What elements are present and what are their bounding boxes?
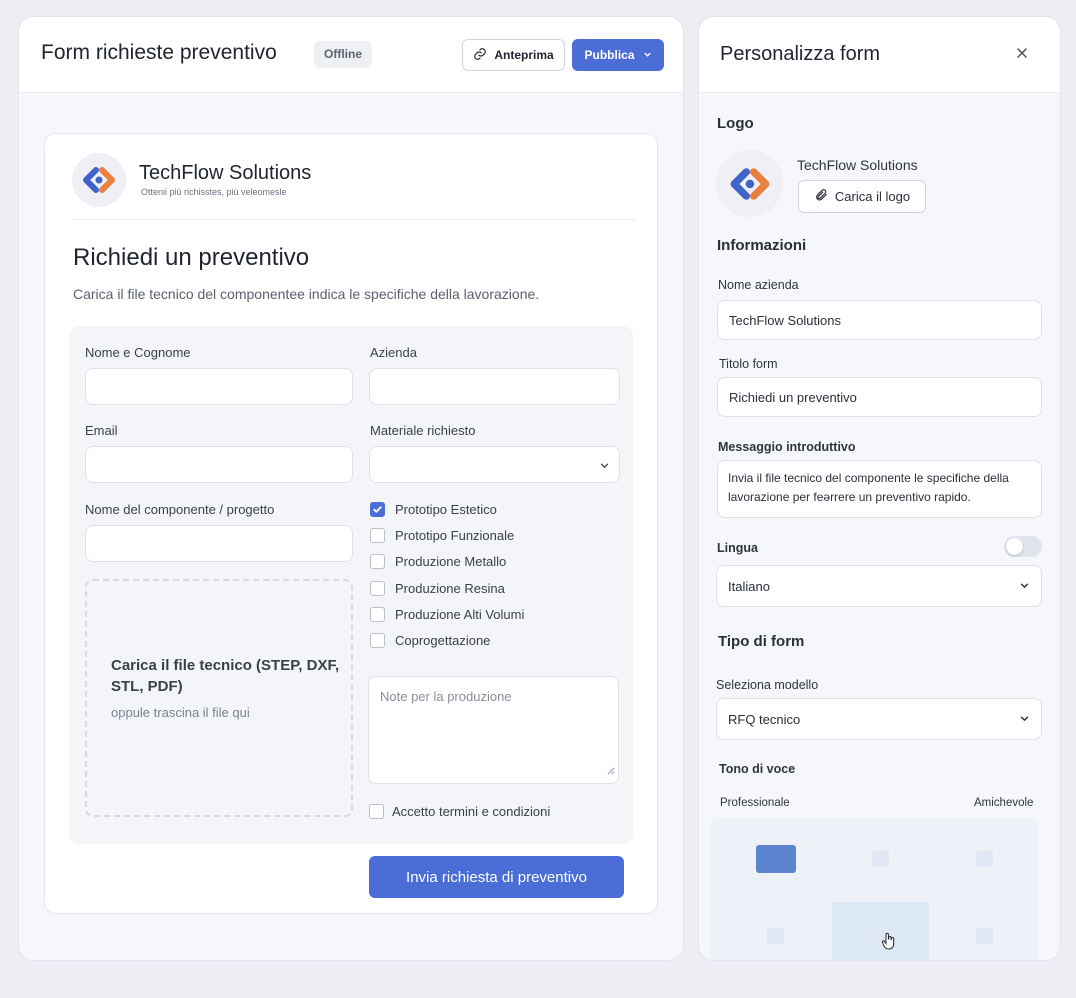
paperclip-icon: [814, 188, 828, 205]
notes-placeholder: Note per la produzione: [380, 689, 512, 704]
form-title-input[interactable]: Richiedi un preventivo: [717, 377, 1042, 417]
upload-title: Carica il file tecnico (STEP, DXF, STL, …: [111, 657, 340, 695]
toggle-knob: [1006, 538, 1023, 555]
language-label: Lingua: [717, 541, 758, 555]
customize-title: Personalizza form: [720, 43, 881, 65]
tone-cell-selected[interactable]: [756, 845, 796, 873]
material-label: Materiale richiesto: [370, 423, 476, 438]
checkbox[interactable]: [370, 633, 385, 648]
form-fields: Nome e Cognome Azienda Email Materiale r…: [69, 326, 633, 844]
tone-section-title: Tono di voce: [719, 762, 796, 776]
option-label: Prototipo Estetico: [395, 502, 497, 517]
customize-body: Logo TechFlow Solutions Carica il logo I…: [699, 93, 1060, 960]
tone-right-label: Amichevole: [974, 797, 1034, 809]
company-name-input[interactable]: TechFlow Solutions: [717, 300, 1042, 340]
upload-logo-label: Carica il logo: [834, 189, 911, 204]
checkbox[interactable]: [370, 581, 385, 596]
template-label: Seleziona modello: [716, 678, 819, 692]
publish-button[interactable]: Pubblica: [572, 39, 664, 71]
form-preview-area: TechFlow Solutions Ottenii più richisste…: [19, 93, 683, 960]
hand-cursor-icon: [882, 932, 896, 955]
preview-label: Anteprima: [494, 48, 554, 62]
checkbox[interactable]: [370, 554, 385, 569]
chevron-down-icon: [1019, 712, 1030, 727]
info-section-title: Informazioni: [717, 237, 807, 254]
option-label: Coprogettazione: [395, 633, 491, 648]
chevron-down-icon: [643, 48, 652, 62]
header-divider: [72, 219, 635, 220]
language-select[interactable]: Italiano: [716, 565, 1042, 607]
form-type-section-title: Tipo di form: [718, 633, 805, 650]
option-coprogettazione[interactable]: Coprogettazione: [370, 633, 490, 648]
language-value: Italiano: [728, 578, 770, 594]
logo-section-title: Logo: [717, 115, 754, 132]
checkbox[interactable]: [370, 607, 385, 622]
submit-quote-button[interactable]: Invia richiesta di preventivo: [369, 856, 624, 898]
upload-hint: oppule trascina il file qui: [111, 705, 250, 720]
production-notes-textarea[interactable]: Note per la produzione: [368, 676, 619, 784]
form-heading: Richiedi un preventivo: [73, 244, 310, 271]
checkbox[interactable]: [370, 528, 385, 543]
option-produzione-resina[interactable]: Produzione Resina: [370, 581, 505, 596]
option-label: Produzione Resina: [395, 581, 505, 596]
company-name: TechFlow Solutions: [139, 162, 312, 184]
option-prototipo-estetico[interactable]: Prototipo Estetico: [370, 502, 497, 517]
form-editor-panel: Form richieste preventivo Offline Antepr…: [18, 16, 684, 961]
tone-selector-grid[interactable]: [709, 818, 1039, 960]
option-label: Produzione Alti Volumi: [395, 607, 525, 622]
chevron-down-icon: [599, 458, 610, 476]
link-icon: [473, 47, 487, 64]
project-input[interactable]: [85, 525, 353, 562]
terms-label: Accetto termini e condizioni: [392, 804, 551, 819]
tone-cell[interactable]: [976, 851, 993, 867]
resize-handle-icon[interactable]: [606, 762, 615, 780]
option-label: Prototipo Funzionale: [395, 528, 515, 543]
tone-cell[interactable]: [976, 928, 993, 944]
intro-message-textarea[interactable]: Invia il file tecnico del componente le …: [717, 460, 1042, 518]
option-prototipo-funzionale[interactable]: Prototipo Funzionale: [370, 528, 514, 543]
editor-header: Form richieste preventivo Offline Antepr…: [19, 17, 683, 93]
close-icon[interactable]: [1016, 46, 1028, 64]
name-label: Nome e Cognome: [85, 345, 191, 360]
option-produzione-metallo[interactable]: Produzione Metallo: [370, 554, 506, 569]
form-title-label: Titolo form: [719, 357, 778, 371]
preview-button[interactable]: Anteprima: [462, 39, 565, 71]
tone-cell[interactable]: [767, 928, 784, 944]
file-upload-dropzone[interactable]: Carica il file tecnico (STEP, DXF, STL, …: [85, 579, 353, 817]
tone-cell[interactable]: [872, 851, 889, 867]
template-value: RFQ tecnico: [728, 711, 801, 727]
material-select[interactable]: [369, 446, 620, 483]
logo-company-name: TechFlow Solutions: [797, 157, 918, 173]
form-intro: Carica il file tecnico del componentee i…: [73, 286, 540, 302]
company-logo: [72, 153, 126, 207]
company-input[interactable]: [369, 368, 620, 405]
email-input[interactable]: [85, 446, 353, 483]
intro-message-label: Messaggio introduttivo: [718, 440, 856, 454]
company-label: Azienda: [370, 345, 417, 360]
customize-header: Personalizza form: [699, 17, 1060, 93]
template-select[interactable]: RFQ tecnico: [716, 698, 1042, 740]
customize-panel: Personalizza form Logo TechFlow Solution…: [698, 16, 1061, 961]
option-produzione-alti-volumi[interactable]: Produzione Alti Volumi: [370, 607, 524, 622]
name-input[interactable]: [85, 368, 353, 405]
email-label: Email: [85, 423, 118, 438]
checkbox[interactable]: [369, 804, 384, 819]
publish-label: Pubblica: [584, 48, 635, 62]
form-preview-card: TechFlow Solutions Ottenii più richisste…: [44, 133, 658, 914]
language-toggle[interactable]: [1004, 536, 1042, 557]
tone-left-label: Professionale: [720, 797, 790, 809]
status-badge: Offline: [314, 41, 372, 68]
terms-checkbox-row[interactable]: Accetto termini e condizioni: [369, 804, 550, 819]
checkbox-checked[interactable]: [370, 502, 385, 517]
logo-preview: [716, 150, 783, 217]
project-label: Nome del componente / progetto: [85, 502, 275, 517]
company-name-label: Nome azienda: [718, 278, 799, 292]
company-tagline: Ottenii più richisstes, più veleomesle: [141, 187, 287, 197]
upload-logo-button[interactable]: Carica il logo: [798, 180, 926, 213]
chevron-down-icon: [1019, 579, 1030, 594]
editor-title: Form richieste preventivo: [41, 41, 277, 64]
option-label: Produzione Metallo: [395, 554, 507, 569]
